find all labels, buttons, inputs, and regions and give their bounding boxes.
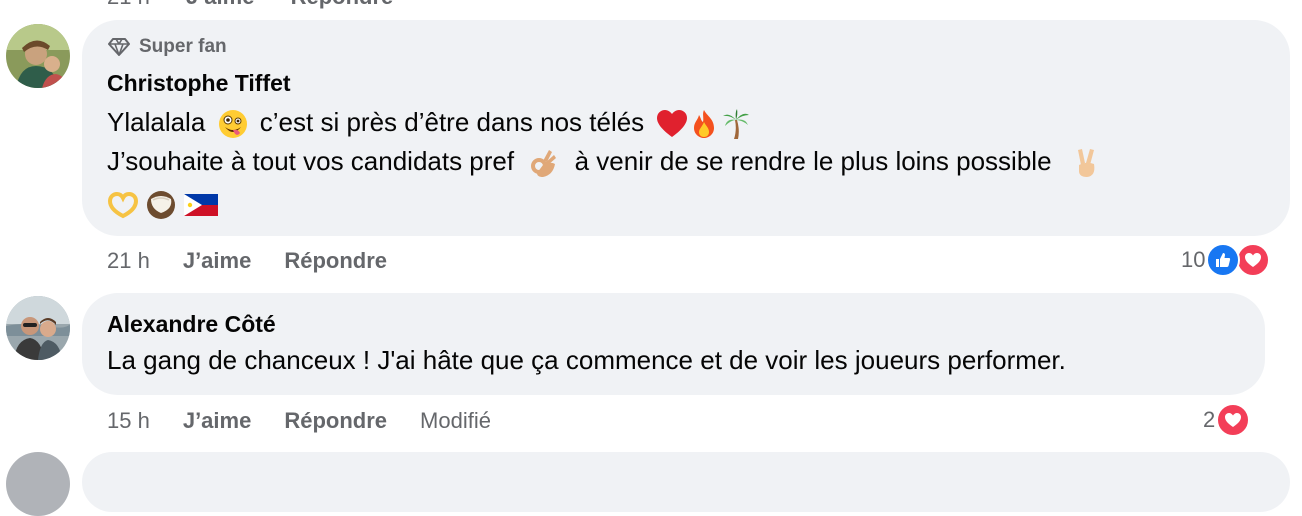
comment-author[interactable]: Alexandre Côté <box>107 311 276 338</box>
red-heart-emoji-icon <box>657 110 688 138</box>
comment-actions: 21 h J’aime Répondre <box>107 248 420 274</box>
avatar-next-comment[interactable] <box>6 452 70 516</box>
comment-time[interactable]: 15 h <box>107 408 150 434</box>
like-button[interactable]: J’aime <box>186 0 255 9</box>
previous-comment-actions: 21 h J’aime Répondre <box>107 0 423 10</box>
avatar-alexandre-cote[interactable] <box>6 296 70 360</box>
comment-time: 21 h <box>107 0 150 9</box>
love-reaction-icon <box>1216 403 1251 437</box>
super-fan-badge: Super fan <box>107 36 227 58</box>
ok-hand-emoji-icon <box>531 150 557 178</box>
reply-button[interactable]: Répondre <box>284 248 387 274</box>
victory-hand-emoji-icon <box>1077 149 1095 178</box>
philippines-flag-icon <box>184 194 218 217</box>
like-button[interactable]: J’aime <box>183 408 252 434</box>
diamond-icon <box>108 38 130 56</box>
reply-button[interactable]: Répondre <box>291 0 394 9</box>
reaction-count: 2 <box>1203 407 1216 432</box>
coconut-emoji-icon <box>147 191 175 220</box>
comment-author[interactable]: Christophe Tiffet <box>107 70 291 97</box>
reaction-summary[interactable]: 10 <box>1181 243 1271 277</box>
reply-button[interactable]: Répondre <box>284 408 387 434</box>
comment-text-segment: J’souhaite à tout vos candidats pref <box>107 146 515 176</box>
comment-text-segment: c’est si près d’être dans nos télés <box>259 107 645 137</box>
comment-actions: 15 h J’aime Répondre Modifié <box>107 408 491 434</box>
love-reaction-icon <box>1236 243 1271 277</box>
like-reaction-icon <box>1206 243 1241 277</box>
fire-emoji-icon <box>694 110 715 139</box>
reaction-summary[interactable]: 2 <box>1203 403 1251 437</box>
comment-text-segment: à venir de se rendre le plus loins possi… <box>574 146 1052 176</box>
comment-bubble <box>82 452 1290 512</box>
like-button[interactable]: J’aime <box>183 248 252 274</box>
zany-face-emoji-icon <box>218 110 247 139</box>
comment-emoji-line <box>107 183 223 223</box>
comment-text: La gang de chanceux ! J'ai hâte que ça c… <box>107 345 1066 375</box>
reaction-count: 10 <box>1181 247 1206 272</box>
badge-label: Super fan <box>139 36 227 57</box>
edited-label[interactable]: Modifié <box>420 408 491 434</box>
heart-hands-emoji-icon <box>107 192 139 219</box>
comment-text-line-1: Ylalalala c’est si près d’être dans nos … <box>107 102 755 142</box>
palm-tree-emoji-icon <box>723 109 750 140</box>
avatar-christophe-tiffet[interactable] <box>6 24 70 88</box>
comment-text-line-2: J’souhaite à tout vos candidats pref à v… <box>107 141 1105 181</box>
comment-time[interactable]: 21 h <box>107 248 150 274</box>
comment-text-segment: Ylalalala <box>107 107 206 137</box>
